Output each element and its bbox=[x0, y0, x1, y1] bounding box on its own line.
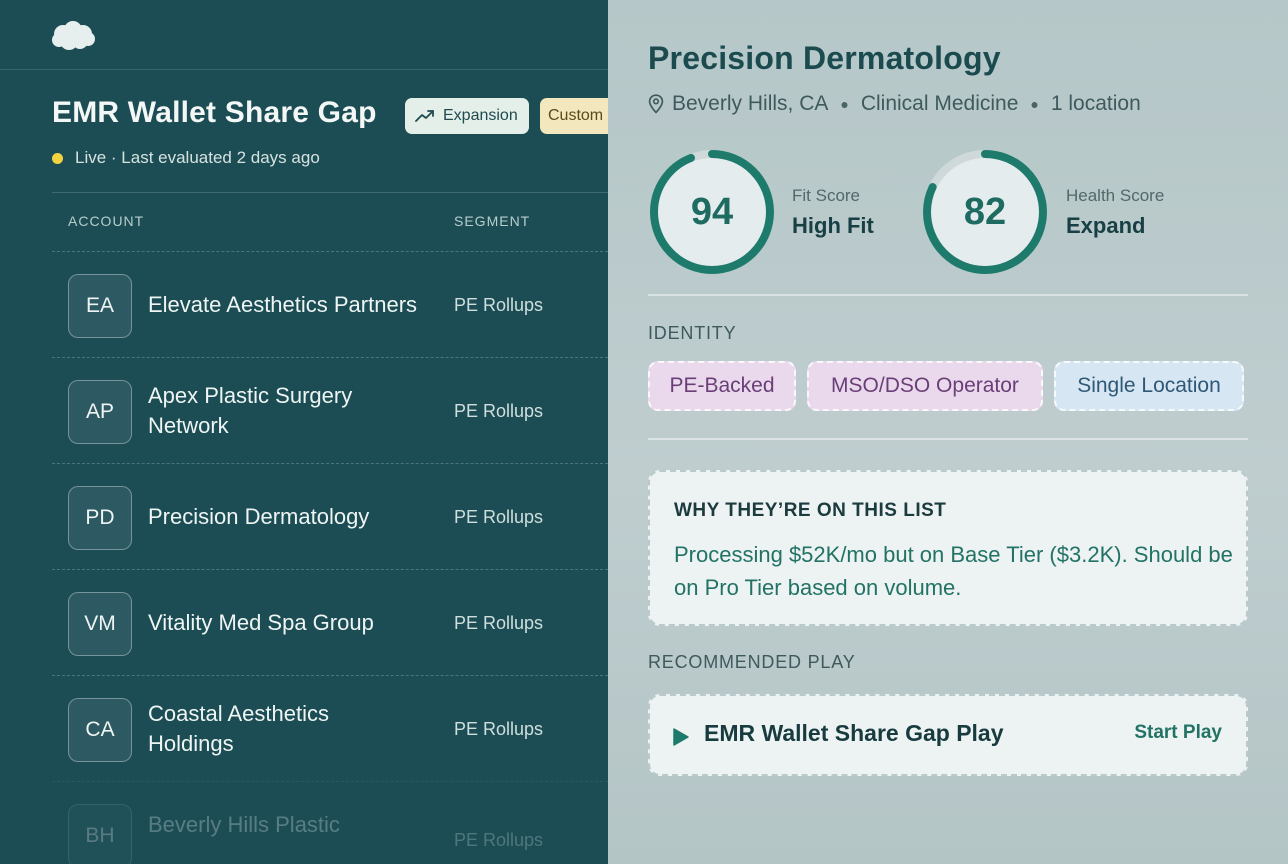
account-name: Coastal Aesthetics Holdings bbox=[148, 701, 329, 756]
table-row[interactable]: BH Beverly Hills Plastic PE Rollups bbox=[52, 781, 608, 864]
account-title: Precision Dermatology bbox=[648, 40, 1001, 76]
avatar: PD bbox=[68, 486, 132, 550]
avatar: BH bbox=[68, 804, 132, 864]
table-row[interactable]: PD Precision Dermatology PE Rollups bbox=[52, 463, 608, 569]
account-segment: PE Rollups bbox=[454, 830, 544, 850]
live-status: Live · Last evaluated 2 days ago bbox=[52, 148, 320, 168]
table-divider bbox=[52, 192, 608, 193]
custom-chip-label: Custom bbox=[548, 107, 604, 124]
live-status-text: Live · Last evaluated 2 days ago bbox=[75, 148, 320, 167]
account-name: Vitality Med Spa Group bbox=[148, 610, 374, 635]
table-row[interactable]: AP Apex Plastic Surgery Network PE Rollu… bbox=[52, 357, 608, 463]
trending-up-icon bbox=[415, 110, 434, 122]
section-divider bbox=[648, 438, 1248, 440]
account-name: Beverly Hills Plastic bbox=[148, 812, 340, 837]
meta-separator: ● bbox=[840, 96, 849, 112]
account-segment: PE Rollups bbox=[454, 612, 544, 633]
expansion-chip-label: Expansion bbox=[443, 107, 518, 124]
custom-chip[interactable]: Custom bbox=[540, 98, 608, 134]
table-row[interactable]: VM Vitality Med Spa Group PE Rollups bbox=[52, 569, 608, 675]
health-score-gauge: 82 bbox=[921, 148, 1049, 276]
why-card-title: WHY THEY’RE ON THIS LIST bbox=[674, 500, 947, 521]
why-card-body: Processing $52K/mo but on Base Tier ($3.… bbox=[674, 542, 1233, 600]
play-icon bbox=[673, 728, 689, 746]
play-name: EMR Wallet Share Gap Play bbox=[704, 720, 1004, 746]
avatar: EA bbox=[68, 274, 132, 338]
list-title: EMR Wallet Share Gap bbox=[52, 96, 377, 129]
health-score-label: Health Score bbox=[1066, 186, 1165, 205]
account-table-body: EA Elevate Aesthetics Partners PE Rollup… bbox=[52, 251, 608, 864]
account-segment: PE Rollups bbox=[454, 718, 544, 739]
avatar: AP bbox=[68, 380, 132, 444]
fit-score-rating: High Fit bbox=[792, 213, 874, 238]
fit-score-gauge: 94 bbox=[648, 148, 776, 276]
location-pin-icon bbox=[648, 94, 664, 114]
column-header-account[interactable]: ACCOUNT bbox=[68, 213, 144, 229]
identity-tag-mso-dso[interactable]: MSO/DSO Operator bbox=[807, 361, 1043, 411]
account-specialty: Clinical Medicine bbox=[860, 92, 1019, 115]
top-bar bbox=[0, 0, 608, 70]
health-score-rating: Expand bbox=[1066, 213, 1146, 238]
account-segment: PE Rollups bbox=[454, 294, 544, 315]
account-meta: Beverly Hills, CA ● Clinical Medicine ● … bbox=[648, 92, 1141, 116]
recommended-play-label: RECOMMENDED PLAY bbox=[648, 652, 856, 672]
account-locations-count: 1 location bbox=[1050, 92, 1141, 115]
meta-separator: ● bbox=[1030, 96, 1039, 112]
health-score-value: 82 bbox=[963, 190, 1007, 233]
account-segment: PE Rollups bbox=[454, 506, 544, 527]
column-header-segment[interactable]: SEGMENT bbox=[454, 213, 530, 229]
account-name: Precision Dermatology bbox=[148, 504, 370, 529]
why-on-list-card: WHY THEY’RE ON THIS LIST Processing $52K… bbox=[648, 470, 1248, 626]
recommended-play-card[interactable]: EMR Wallet Share Gap Play Start Play bbox=[648, 694, 1248, 776]
account-segment: PE Rollups bbox=[454, 400, 544, 421]
table-row[interactable]: EA Elevate Aesthetics Partners PE Rollup… bbox=[52, 251, 608, 357]
identity-tag-pe-backed[interactable]: PE-Backed bbox=[648, 361, 796, 411]
account-location: Beverly Hills, CA bbox=[672, 92, 829, 115]
section-divider bbox=[648, 294, 1248, 296]
account-name: Apex Plastic Surgery Network bbox=[148, 383, 353, 438]
identity-tag-single-location[interactable]: Single Location bbox=[1054, 361, 1244, 411]
fit-score-value: 94 bbox=[690, 190, 734, 233]
avatar: CA bbox=[68, 698, 132, 762]
fit-score-label: Fit Score bbox=[792, 186, 861, 205]
account-detail-panel: Precision Dermatology Beverly Hills, CA … bbox=[608, 0, 1288, 864]
account-list-panel: EMR Wallet Share Gap Expansion Custom Li… bbox=[0, 0, 608, 864]
start-play-button[interactable]: Start Play bbox=[1134, 722, 1222, 744]
identity-section-label: IDENTITY bbox=[648, 323, 737, 343]
account-name: Elevate Aesthetics Partners bbox=[148, 292, 418, 317]
avatar: VM bbox=[68, 592, 132, 656]
expansion-chip[interactable]: Expansion bbox=[405, 98, 529, 134]
cloud-logo-icon[interactable] bbox=[50, 20, 96, 52]
table-row[interactable]: CA Coastal Aesthetics Holdings PE Rollup… bbox=[52, 675, 608, 781]
live-dot-icon bbox=[52, 152, 63, 164]
